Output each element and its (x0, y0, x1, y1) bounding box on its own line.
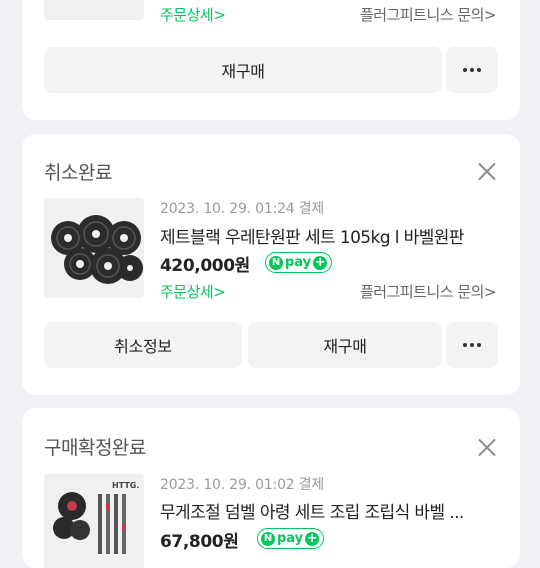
repurchase-button[interactable]: 재구매 (248, 322, 442, 368)
more-dots-icon (463, 68, 481, 72)
product-price: 420,000원 (160, 256, 250, 276)
more-button[interactable] (446, 47, 498, 93)
order-status: 구매확정완료 (44, 437, 146, 459)
payment-date: 2023. 10. 29. 01:02 결제 (160, 477, 325, 493)
product-title[interactable]: 제트블랙 우레탄원판 세트 105kg l 바벨원판 (160, 223, 500, 248)
order-status: 취소완료 (44, 162, 112, 184)
order-card-1: 주문상세> 플러그피트니스 문의> 재구매 (22, 0, 520, 120)
npay-label: pay (285, 255, 312, 270)
close-icon[interactable] (478, 162, 496, 180)
npay-badge: N pay + (265, 252, 333, 273)
cancel-info-button[interactable]: 취소정보 (44, 322, 242, 368)
more-dots-icon (463, 343, 481, 347)
bench-icon (44, 0, 144, 20)
naver-n-icon: N (261, 531, 275, 546)
order-card-3: 구매확정완료 HTTG. 2023. 10. 29. 01:02 결제 무게조절… (22, 408, 520, 568)
npay-badge: N pay + (257, 528, 325, 549)
repurchase-button[interactable]: 재구매 (44, 47, 442, 93)
brand-mark: HTTG. (112, 481, 139, 490)
dumbbell-set-icon: HTTG. (53, 481, 139, 554)
payment-date: 2023. 10. 29. 01:24 결제 (160, 201, 325, 217)
store-inquiry-link[interactable]: 플러그피트니스 문의> (360, 281, 497, 302)
naver-n-icon: N (269, 255, 283, 270)
product-title[interactable]: 무게조절 덤벨 아령 세트 조립 조립식 바벨 ... (160, 498, 500, 523)
weight-plates-icon (51, 215, 143, 284)
order-detail-link[interactable]: 주문상세> (160, 4, 226, 25)
close-icon[interactable] (478, 438, 496, 456)
product-image[interactable] (44, 198, 144, 298)
plus-icon: + (313, 254, 328, 270)
product-image[interactable]: HTTG. (44, 474, 144, 568)
order-detail-link[interactable]: 주문상세> (160, 281, 226, 302)
npay-label: pay (277, 531, 304, 546)
order-card-2: 취소완료 2023. 10. 29. 01:24 결제 제트블랙 우레탄원판 세… (22, 134, 520, 395)
store-inquiry-link[interactable]: 플러그피트니스 문의> (360, 4, 497, 25)
more-button[interactable] (446, 322, 498, 368)
product-image[interactable] (44, 0, 144, 20)
plus-icon: + (305, 530, 320, 546)
